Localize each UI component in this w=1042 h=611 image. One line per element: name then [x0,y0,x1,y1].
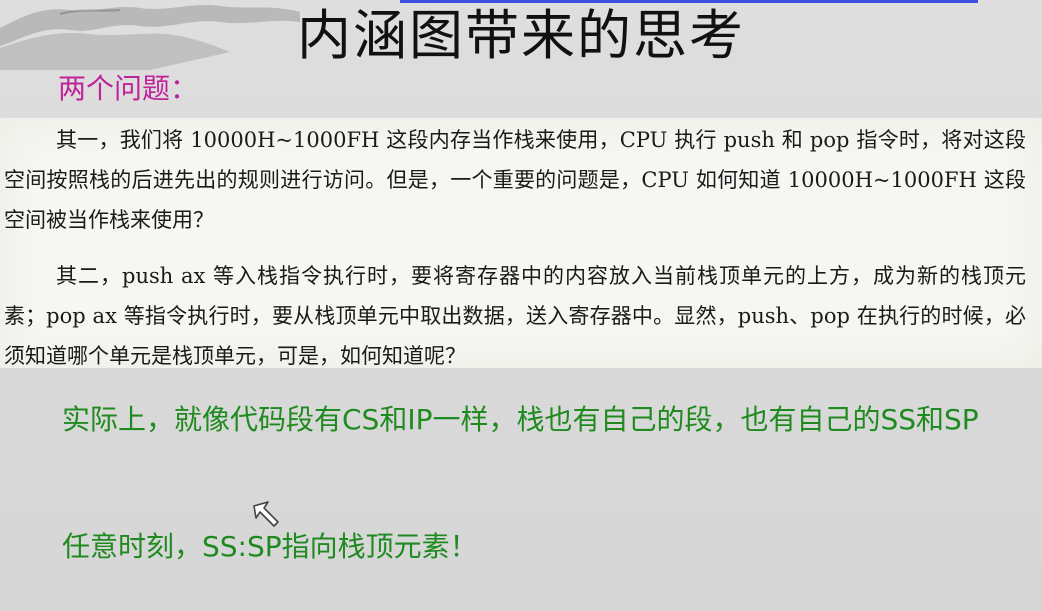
book-paragraph-2: 其二，push ax 等入栈指令执行时，要将寄存器中的内容放入当前栈顶单元的上方… [4,264,1026,368]
slide: 内涵图带来的思考 两个问题： 其一，我们将 10000H~1000FH 这段内存… [0,0,1042,611]
slide-title: 内涵图带来的思考 [297,4,745,67]
book-paragraph-1: 其一，我们将 10000H~1000FH 这段内存当作栈来使用，CPU 执行 p… [4,128,1026,232]
book-excerpt: 其一，我们将 10000H~1000FH 这段内存当作栈来使用，CPU 执行 p… [0,118,1042,368]
subtitle: 两个问题： [58,72,199,105]
note-ss-sp-segment: 实际上，就像代码段有CS和IP一样，栈也有自己的段，也有自己的SS和SP [62,403,979,436]
note-ss-sp-top: 任意时刻，SS:SP指向栈顶元素！ [62,530,478,563]
mouse-cursor-icon [253,501,279,527]
